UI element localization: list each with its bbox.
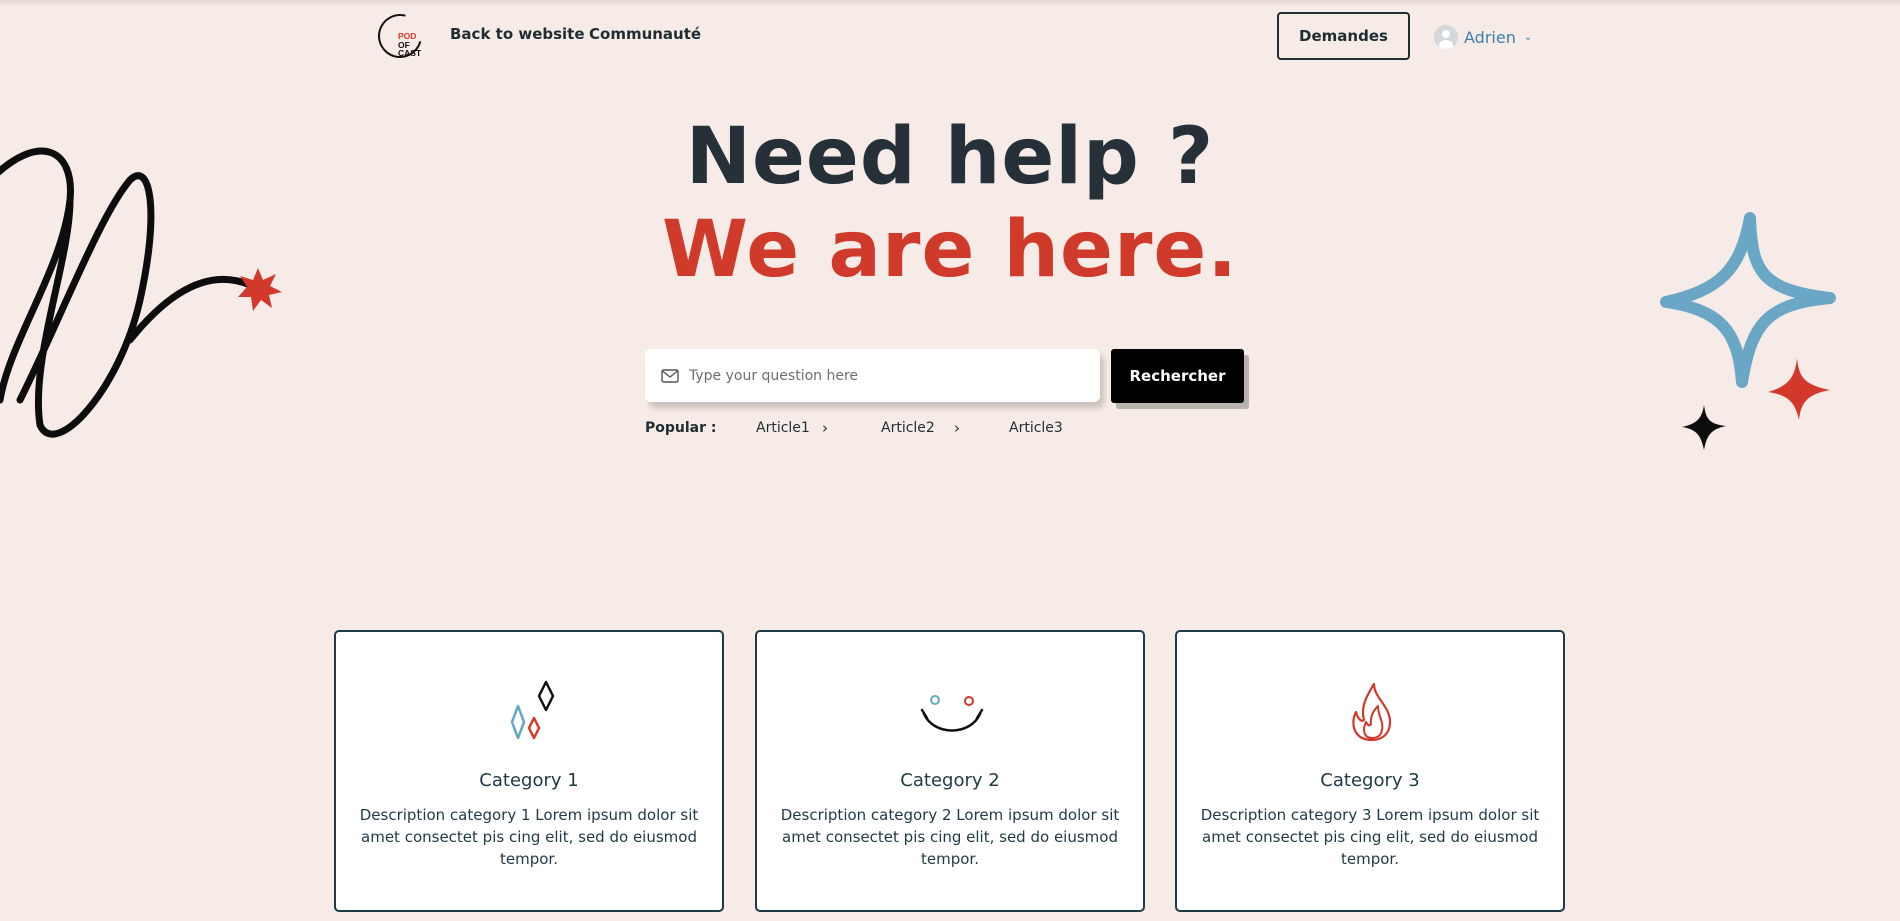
smiley-icon — [920, 695, 984, 732]
popular-article-2[interactable]: Article2 — [881, 420, 935, 436]
chevron-right-icon: › — [822, 419, 828, 437]
logo[interactable]: POD OF CAST — [369, 5, 431, 67]
user-name: Adrien — [1464, 27, 1516, 47]
chevron-right-icon: › — [954, 419, 960, 437]
requests-button[interactable]: Demandes — [1277, 12, 1410, 60]
hero-title: Need help ? — [685, 112, 1215, 202]
category-card-1[interactable]: Category 1 Description category 1 Lorem … — [334, 630, 724, 912]
search-input[interactable] — [689, 367, 1049, 384]
avatar-icon — [1434, 25, 1458, 49]
sparkles-icon — [510, 680, 555, 740]
search-button[interactable]: Rechercher — [1111, 349, 1244, 403]
search-box — [645, 349, 1100, 402]
nav-back-to-website[interactable]: Back to website — [450, 25, 585, 43]
category-card-3[interactable]: Category 3 Description category 3 Lorem … — [1175, 630, 1565, 912]
popular-article-3[interactable]: Article3 — [1009, 420, 1063, 436]
category-title: Category 1 — [479, 770, 579, 791]
mail-icon — [661, 368, 679, 383]
category-description: Description category 2 Lorem ipsum dolor… — [780, 806, 1120, 868]
category-title: Category 3 — [1320, 770, 1420, 791]
logo-text: POD OF CAST — [398, 32, 421, 58]
category-card-2[interactable]: Category 2 Description category 2 Lorem … — [755, 630, 1145, 912]
popular-label: Popular : — [645, 420, 717, 436]
user-menu[interactable]: Adrien ⌄ — [1434, 25, 1532, 49]
hero-subtitle: We are here. — [662, 205, 1238, 295]
header: POD OF CAST Back to website Communauté D… — [0, 0, 1900, 72]
category-title: Category 2 — [900, 770, 1000, 791]
popular-articles: Popular : Article1 › Article2 › Article3 — [645, 419, 1145, 440]
nav-communaute[interactable]: Communauté — [589, 25, 701, 43]
logo-line-3: CAST — [398, 48, 422, 58]
popular-article-1[interactable]: Article1 — [756, 420, 810, 436]
flame-icon — [1352, 682, 1392, 742]
category-description: Description category 1 Lorem ipsum dolor… — [359, 806, 699, 868]
category-description: Description category 3 Lorem ipsum dolor… — [1200, 806, 1540, 868]
chevron-down-icon: ⌄ — [1523, 31, 1533, 43]
